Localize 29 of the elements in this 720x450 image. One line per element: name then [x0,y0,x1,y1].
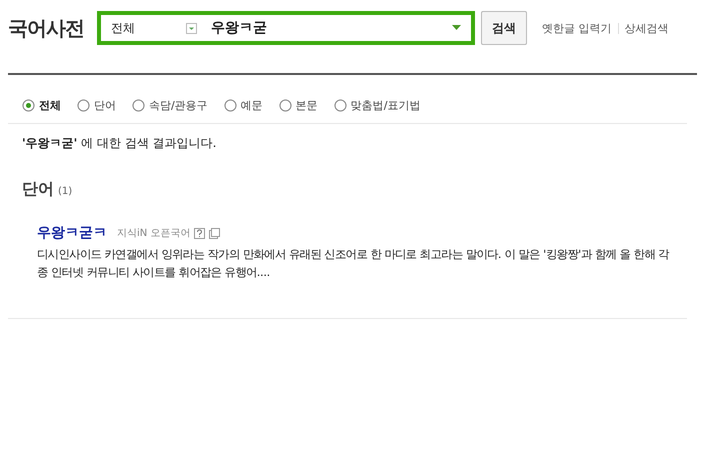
new-window-icon[interactable] [209,228,220,238]
radio-icon[interactable] [132,98,145,112]
help-icon[interactable] [194,228,206,238]
search-input[interactable]: 우왕ㅋ굳 [211,19,452,37]
header-link[interactable]: 상세검색 [624,20,668,36]
entry-description: 디시인사이드 카연갤에서 잉위라는 작가의 만화에서 유래된 신조어로 한 마디로 최고라는 말이다. 이 말은 '킹왕짱'과 함께 올 한해 각종 인터넷 커뮤니티 사이트를 휘어잡은 유행어.... [37,247,670,281]
radio-icon[interactable] [22,98,35,112]
search-button[interactable]: 검색 [481,11,527,45]
filter-radio[interactable]: 예문 [224,95,263,115]
caret-icon[interactable] [452,25,461,31]
header-link[interactable]: 옛한글 입력기 [542,20,612,36]
filter-radio[interactable]: 본문 [278,95,318,115]
section-title: 단어 [22,179,54,200]
scope-select[interactable]: 전체 [111,20,186,36]
entry-title[interactable]: 우왕ㅋ굳ㅋ [37,224,107,242]
radio-icon[interactable] [224,98,237,112]
result-count: (1) [58,186,72,197]
filter-radio[interactable]: 맞춤법/표기법 [334,95,420,115]
filter-radio[interactable]: 속담/관용구 [132,95,208,115]
radio-icon[interactable] [278,98,292,112]
dropdown-icon[interactable] [186,22,197,34]
result-summary: '우왕ㅋ굳' 에 대한 검색 결과입니다. [21,135,218,152]
filter-radio[interactable]: 단어 [77,95,116,115]
search-field[interactable]: 전체 우왕ㅋ굳 [97,11,475,45]
dictionary-logo: 국어사전 [8,14,85,42]
radio-icon[interactable] [77,98,90,112]
entry-source: 지식iN 오픈국어 [117,227,190,240]
radio-icon[interactable] [334,98,347,112]
filter-radio[interactable]: 전체 [22,95,61,115]
